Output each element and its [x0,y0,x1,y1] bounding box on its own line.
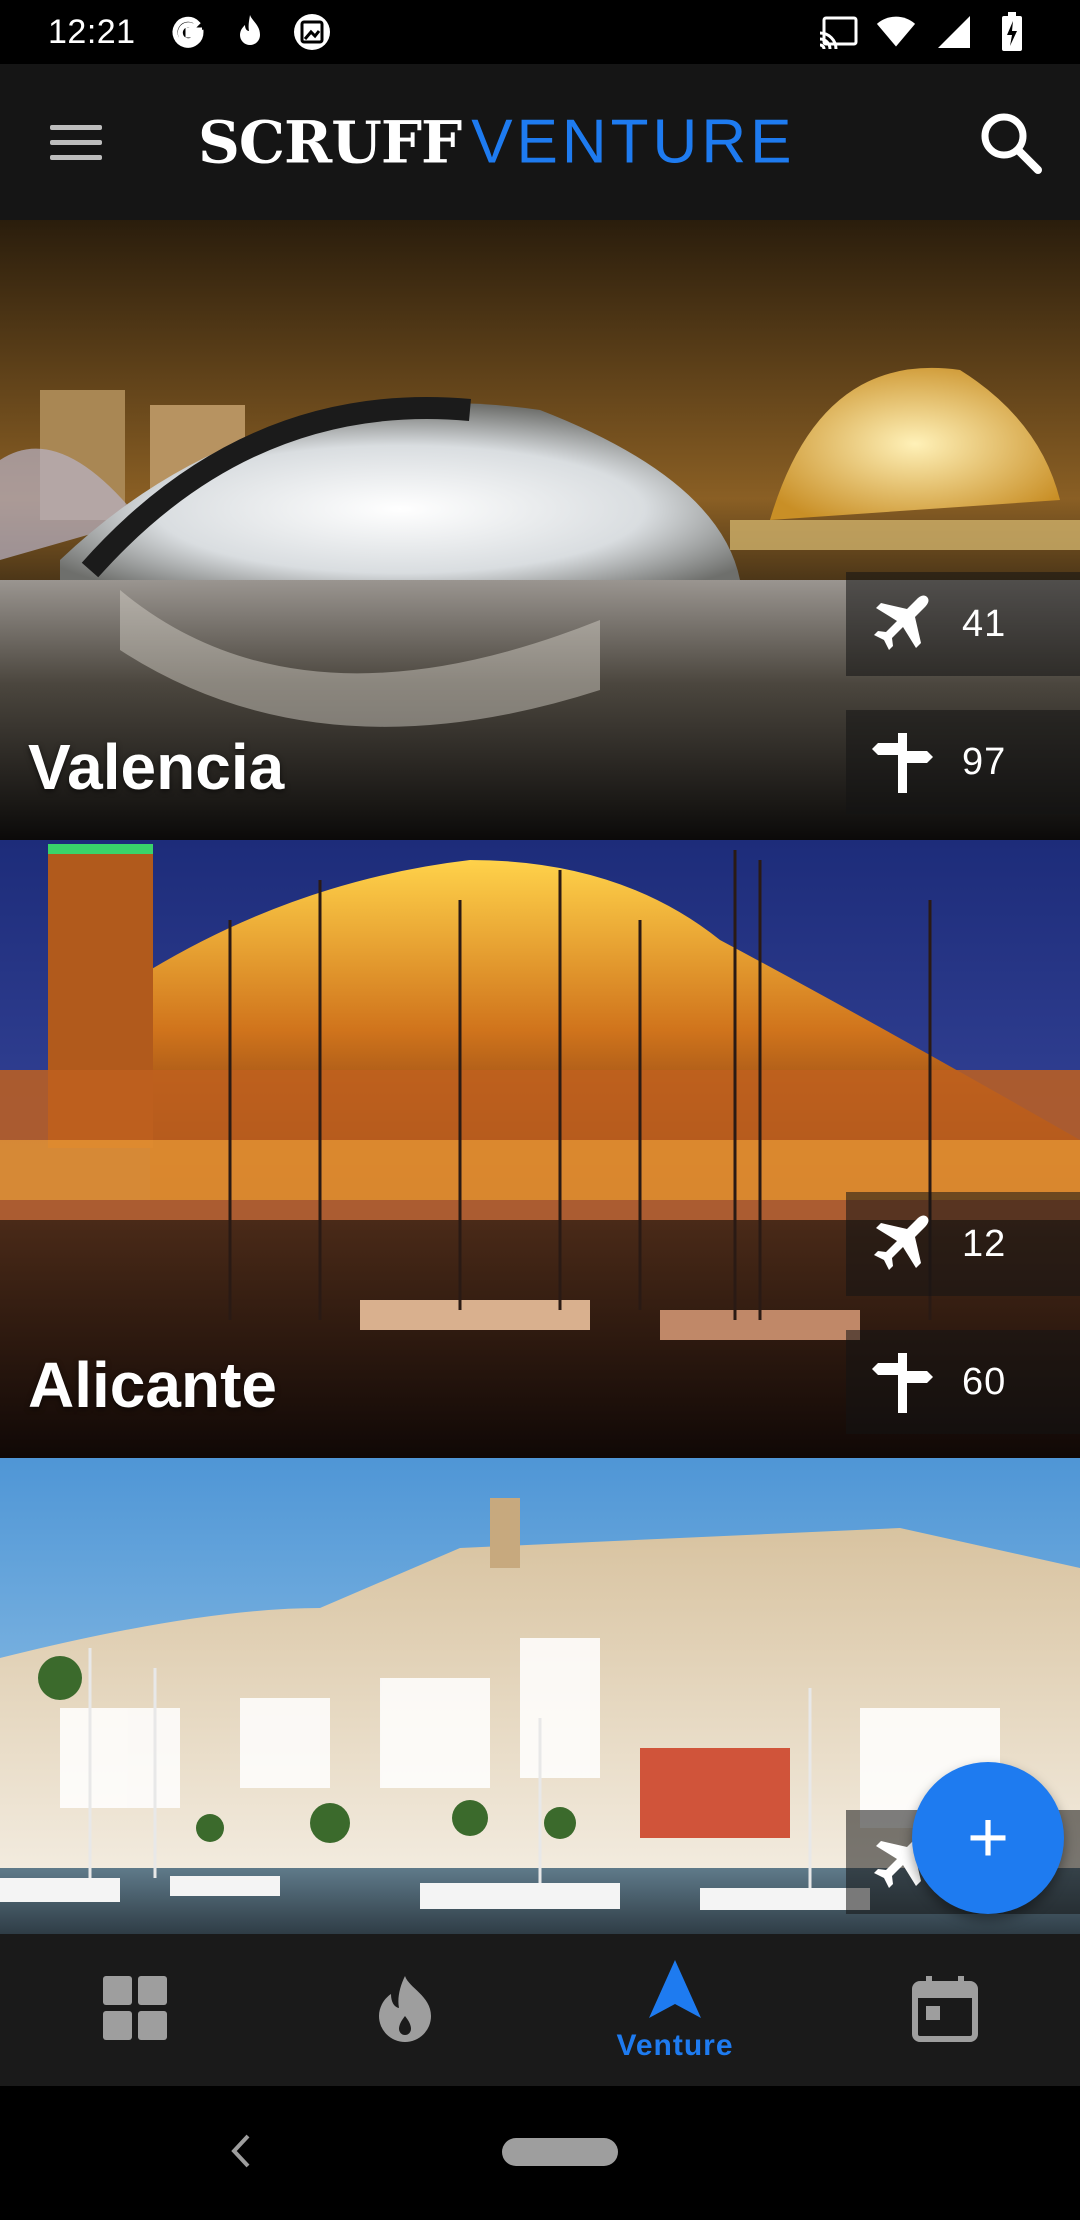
system-nav-bar [0,2086,1080,2220]
flame-icon [374,1974,436,2047]
nav-item-grid[interactable] [0,1934,270,2086]
logo-venture: VENTURE [471,107,796,177]
grid-icon [101,1974,169,2047]
wifi-icon [876,12,916,52]
airplane-icon [868,1209,938,1279]
home-pill-button[interactable] [502,2138,618,2166]
image-notification-icon [292,12,332,52]
google-icon [168,12,208,52]
logo-scruff: SCRUFF [198,108,462,177]
arrivals-count: 41 [962,602,1007,645]
cast-icon [818,12,858,52]
nav-label-venture: Venture [616,2028,734,2062]
signpost-icon [868,1347,938,1417]
status-bar: 12:21 [0,0,1080,64]
status-time: 12:21 [48,12,136,51]
back-icon[interactable] [220,2126,260,2176]
airplane-icon [868,589,938,659]
ambassadors-count: 97 [962,740,1007,783]
navigation-arrow-icon [647,1958,703,2025]
calendar-icon [912,1974,978,2047]
fire-notification-icon [230,12,270,52]
search-icon[interactable] [970,102,1050,182]
battery-charging-icon [992,12,1032,52]
arrivals-count: 12 [962,1222,1007,1265]
signpost-icon [868,727,938,797]
status-left-icons [168,12,332,52]
nav-item-calendar[interactable] [810,1934,1080,2086]
ambassadors-stat: 60 [846,1330,1080,1434]
ambassadors-count: 60 [962,1360,1007,1403]
nav-item-flame[interactable] [270,1934,540,2086]
status-right-icons [818,12,1032,52]
arrivals-stat: 12 [846,1192,1080,1296]
destination-card-valencia[interactable]: Valencia 41 97 [0,220,1080,840]
arrivals-stat: 41 [846,572,1080,676]
plus-icon: + [966,1798,1010,1878]
hamburger-menu-icon[interactable] [40,106,112,178]
app-bar: SCRUFF VENTURE [0,64,1080,220]
add-fab-button[interactable]: + [912,1762,1064,1914]
cellular-icon [934,12,974,52]
app-logo: SCRUFF VENTURE [198,107,795,178]
nav-item-venture[interactable]: Venture [540,1934,810,2086]
bottom-nav: Venture [0,1934,1080,2086]
ambassadors-stat: 97 [846,710,1080,814]
city-name: Valencia [28,731,285,803]
destination-card-alicante[interactable]: Alicante 12 60 [0,840,1080,1458]
city-name: Alicante [28,1349,277,1421]
